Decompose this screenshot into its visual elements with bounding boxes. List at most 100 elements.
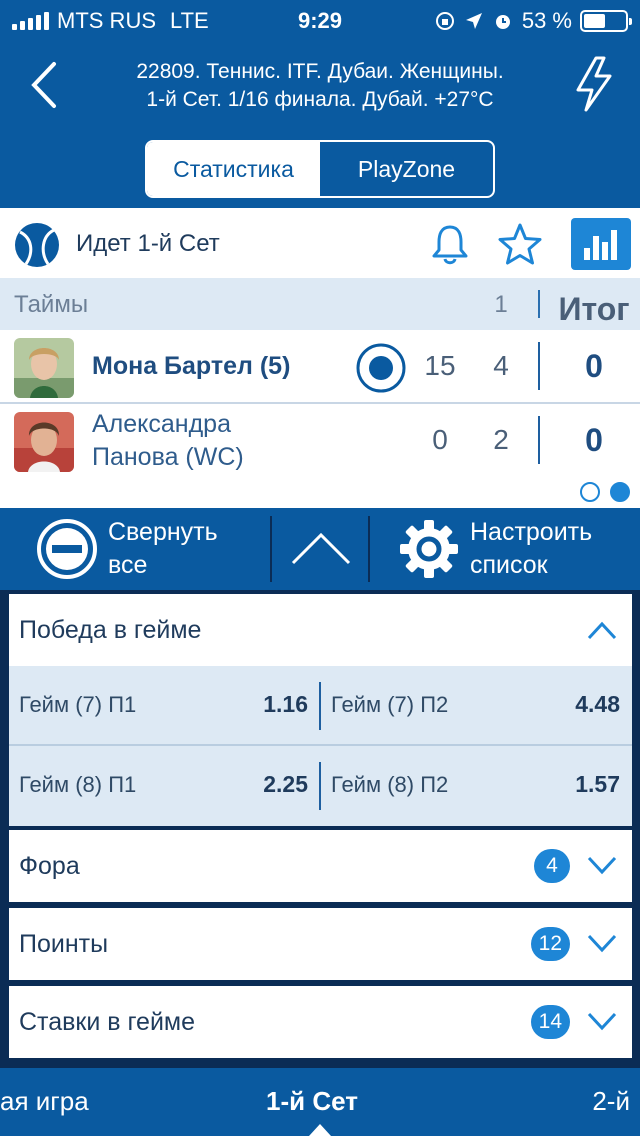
tab-statistics[interactable]: Статистика: [147, 142, 320, 196]
player2-set1: 2: [493, 424, 509, 455]
player2-name-line2: Панова (WC): [92, 443, 244, 471]
player2-name: Александра Панова (WC): [92, 408, 244, 474]
market-header[interactable]: Победа в гейме: [9, 594, 632, 666]
header-divider: [538, 290, 540, 318]
market-game-winner: Победа в гейме Гейм (7) П1 1.16 Гейм (7)…: [9, 594, 632, 826]
market-title: Победа в гейме: [19, 616, 202, 644]
match-title: 22809. Теннис. ITF. Дубаи. Женщины. 1-й …: [80, 58, 560, 114]
period-tabs: ая игра 1-й Сет 2-й: [0, 1068, 640, 1136]
market-count-badge: 12: [530, 927, 570, 961]
market-title: Ставки в гейме: [19, 1008, 196, 1036]
configure-label-line2: список: [470, 551, 548, 579]
action-divider: [368, 516, 370, 582]
market-title: Фора: [19, 852, 80, 880]
location-icon: [465, 13, 482, 29]
player-row: Мона Бартел (5) 15 4 0: [0, 330, 640, 404]
odds-cell[interactable]: Гейм (7) П1 1.16: [9, 666, 320, 746]
tab-set1[interactable]: 1-й Сет: [266, 1086, 358, 1117]
page-dot[interactable]: [580, 482, 600, 502]
odds-name: Гейм (8) П1: [19, 772, 137, 797]
orientation-lock-icon: [435, 12, 454, 30]
player2-avatar: [14, 412, 74, 472]
match-status: Идет 1-й Сет: [76, 230, 220, 257]
page-indicator: [580, 482, 630, 502]
chevron-down-icon: [587, 934, 617, 953]
odds-row: Гейм (8) П1 2.25 Гейм (8) П2 1.57: [9, 746, 632, 826]
player1-name: Мона Бартел (5): [92, 352, 291, 380]
market-header[interactable]: Поинты 12: [9, 908, 632, 980]
market-header[interactable]: Ставки в гейме 14: [9, 986, 632, 1058]
configure-label-line1: Настроить: [470, 518, 593, 546]
match-title-line1: 22809. Теннис. ITF. Дубаи. Женщины.: [136, 60, 504, 83]
player1-avatar: [14, 338, 74, 398]
configure-list-button[interactable]: Настроить список: [398, 508, 634, 590]
chevron-up-icon: [291, 532, 351, 565]
view-switcher: Статистика PlayZone: [145, 140, 495, 198]
player2-points: 0: [432, 424, 448, 455]
odds-value: 1.57: [575, 771, 620, 797]
collapse-all-button[interactable]: Свернуть все: [36, 508, 272, 590]
stats-chart-button[interactable]: [571, 218, 631, 270]
market-points[interactable]: Поинты 12: [9, 908, 632, 980]
market-title: Поинты: [19, 930, 109, 958]
battery-icon: [580, 10, 632, 32]
score-divider: [538, 342, 540, 390]
alarm-icon: [495, 15, 510, 29]
action-bar: Свернуть все Настроить список: [0, 508, 640, 590]
odds-name: Гейм (7) П2: [331, 692, 449, 717]
star-icon[interactable]: [497, 222, 543, 266]
battery-percent: 53 %: [521, 8, 572, 33]
serve-indicator-icon: [356, 343, 406, 393]
chevron-up-icon: [587, 621, 617, 640]
tab-game[interactable]: ая игра: [0, 1086, 89, 1117]
bar-chart-icon: [584, 230, 617, 260]
odds-cell[interactable]: Гейм (7) П2 4.48: [321, 666, 632, 746]
periods-label: Таймы: [14, 291, 89, 318]
market-count-badge: 14: [530, 1005, 570, 1039]
odds-name: Гейм (7) П1: [19, 692, 137, 717]
active-tab-caret: [309, 1124, 331, 1136]
market-count-badge: 4: [534, 849, 570, 883]
collapse-label-line2: все: [108, 551, 148, 579]
collapse-label: Свернуть все: [108, 516, 218, 582]
score-table-header: Таймы 1 Итог: [0, 278, 640, 330]
collapse-label-line1: Свернуть: [108, 518, 218, 546]
odds-name: Гейм (8) П2: [331, 772, 449, 797]
total-header: Итог: [558, 291, 630, 327]
configure-label: Настроить список: [470, 516, 592, 582]
match-title-line2: 1-й Сет. 1/16 финала. Дубай. +27°C: [146, 88, 494, 111]
back-arrow-icon[interactable]: [26, 60, 66, 110]
action-divider: [270, 516, 272, 582]
bell-icon[interactable]: [430, 222, 470, 266]
status-bar: MTS RUS LTE 9:29 53 %: [0, 0, 640, 40]
odds-value: 2.25: [263, 771, 308, 797]
odds-cell[interactable]: Гейм (8) П2 1.57: [321, 746, 632, 826]
page-dot-active[interactable]: [610, 482, 630, 502]
chevron-down-icon: [587, 856, 617, 875]
scroll-up-button[interactable]: [274, 508, 368, 590]
market-handicap[interactable]: Фора 4: [9, 830, 632, 902]
player1-set1: 4: [493, 350, 509, 381]
player1-points: 15: [424, 350, 456, 381]
lightning-icon[interactable]: [574, 56, 614, 112]
tab-set2[interactable]: 2-й: [592, 1086, 630, 1117]
chevron-down-icon: [587, 1012, 617, 1031]
odds-value: 4.48: [575, 691, 620, 717]
player2-name-line1: Александра: [92, 410, 231, 438]
collapse-circle-icon: [37, 519, 97, 579]
odds-cell[interactable]: Гейм (8) П1 2.25: [9, 746, 320, 826]
odds-value: 1.16: [263, 691, 308, 717]
score-divider: [538, 416, 540, 464]
player1-total: 0: [585, 348, 603, 384]
tab-playzone[interactable]: PlayZone: [320, 142, 493, 196]
tennis-ball-icon: [15, 223, 59, 267]
market-game-bets[interactable]: Ставки в гейме 14: [9, 986, 632, 1058]
set1-header: 1: [494, 291, 508, 318]
markets-list: Победа в гейме Гейм (7) П1 1.16 Гейм (7)…: [0, 590, 640, 1068]
market-header[interactable]: Фора 4: [9, 830, 632, 902]
gear-icon: [400, 520, 458, 578]
odds-row: Гейм (7) П1 1.16 Гейм (7) П2 4.48: [9, 666, 632, 746]
player-row: Александра Панова (WC) 0 2 0: [0, 404, 640, 478]
player2-total: 0: [585, 422, 603, 458]
odds-grid: Гейм (7) П1 1.16 Гейм (7) П2 4.48 Гейм (…: [9, 666, 632, 826]
